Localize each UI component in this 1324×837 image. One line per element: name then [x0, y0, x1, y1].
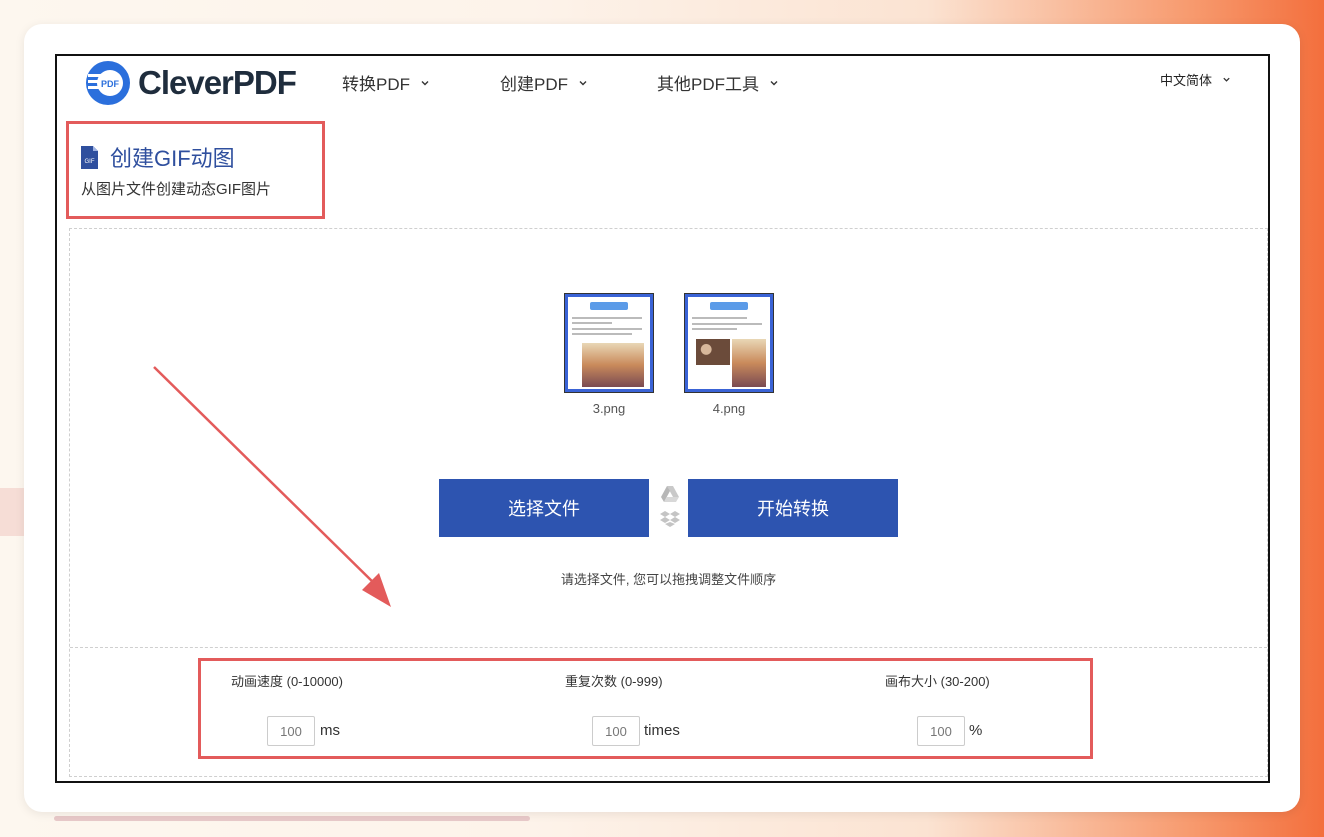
repeat-option: 重复次数 (0-999) times — [501, 661, 801, 756]
canvas-unit: % — [969, 722, 983, 739]
gif-options-highlight: 动画速度 (0-10000) ms 重复次数 (0-999) times 画布大… — [198, 658, 1093, 759]
background-bar — [54, 816, 530, 821]
canvas-option: 画布大小 (30-200) % — [801, 661, 1101, 756]
speed-input[interactable] — [267, 716, 315, 746]
canvas-input[interactable] — [917, 716, 965, 746]
repeat-input[interactable] — [592, 716, 640, 746]
speed-label: 动画速度 (0-10000) — [231, 674, 343, 689]
canvas-label: 画布大小 (30-200) — [885, 674, 990, 689]
repeat-unit: times — [644, 722, 680, 739]
speed-unit: ms — [320, 722, 340, 739]
browser-frame: PDF CleverPDF 转换PDF 创建PDF 其他PDF工具 中文简体 G… — [55, 54, 1270, 783]
speed-option: 动画速度 (0-10000) ms — [201, 661, 501, 756]
repeat-label: 重复次数 (0-999) — [565, 674, 663, 689]
